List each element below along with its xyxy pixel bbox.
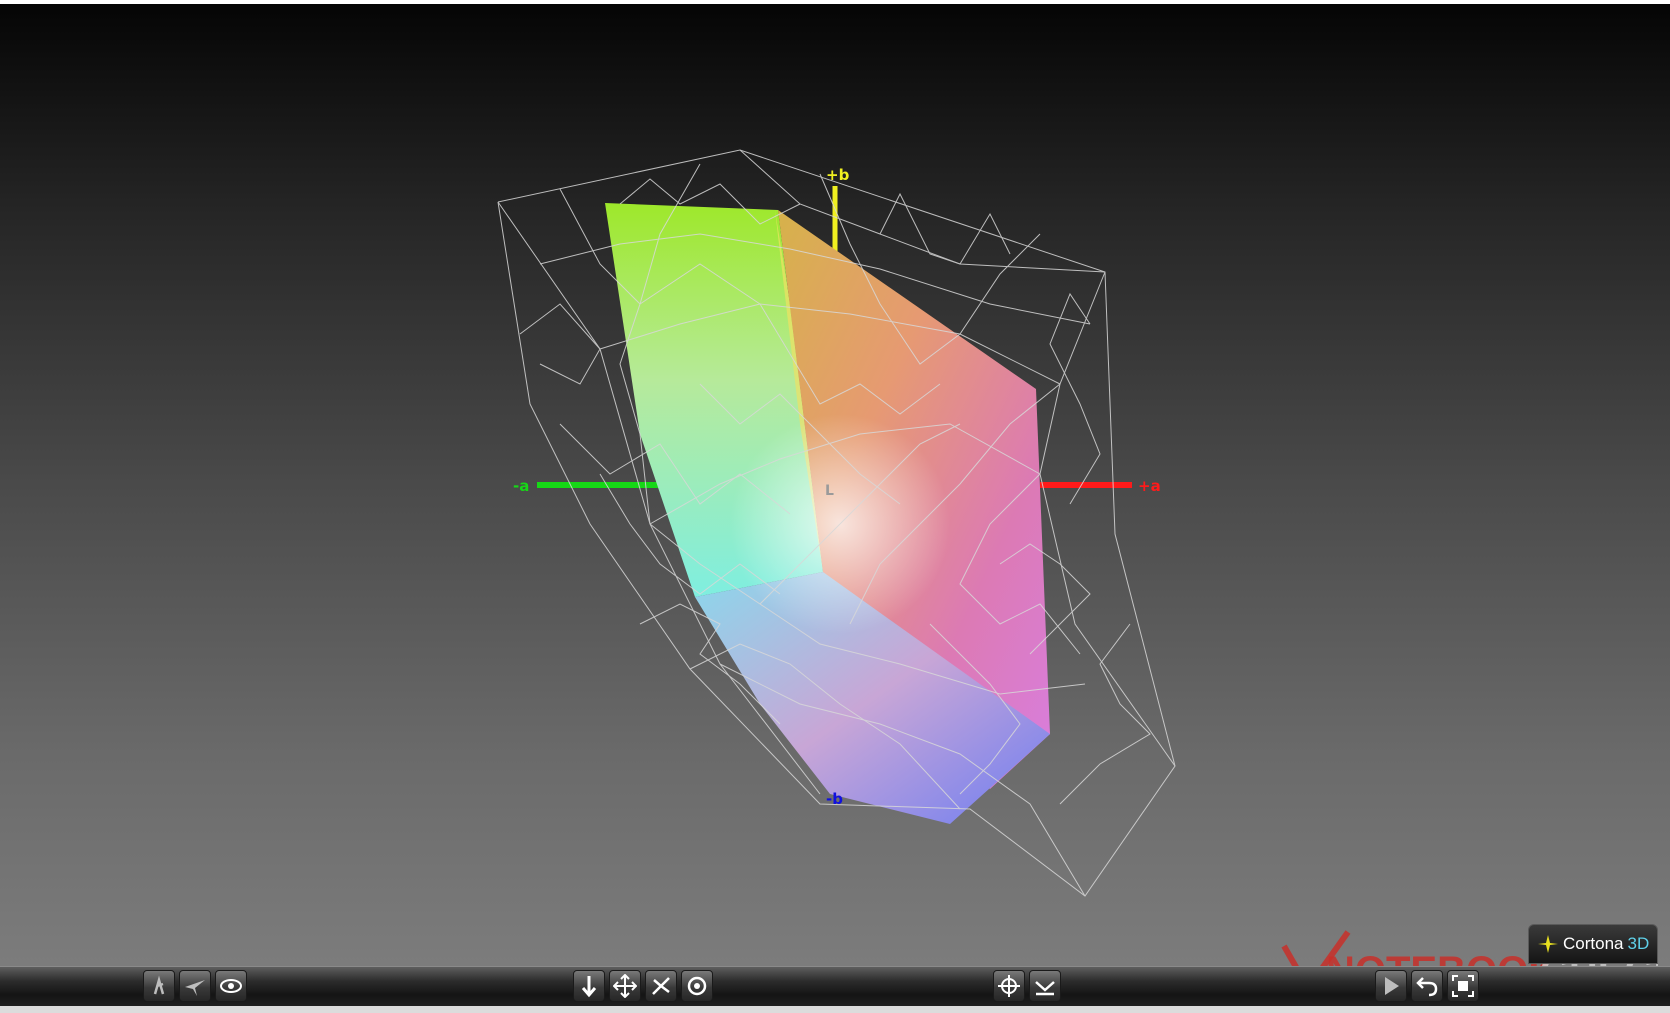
cortona-logo-icon xyxy=(1538,935,1558,953)
axis-minus-b-label: -b xyxy=(826,790,843,808)
3d-viewport[interactable]: +b -b +a -a L NOTEBOOK CHECK Cortona3D xyxy=(0,4,1670,966)
rotate-button[interactable] xyxy=(681,970,713,1002)
align-icon xyxy=(1035,981,1055,996)
window-bottom-strip xyxy=(0,1006,1670,1013)
walk-button[interactable] xyxy=(143,970,175,1002)
turn-icon xyxy=(652,977,670,995)
axis-minus-a-label: -a xyxy=(513,477,529,495)
navigation-toolbar xyxy=(0,966,1670,1007)
gamut-scene[interactable]: +b -b +a -a L xyxy=(0,4,1670,966)
axis-plus-b-label: +b xyxy=(826,166,850,184)
align-button[interactable] xyxy=(1029,970,1061,1002)
fly-icon xyxy=(185,980,205,996)
slide-button[interactable] xyxy=(573,970,605,1002)
study-button[interactable] xyxy=(215,970,247,1002)
move-vertical-icon xyxy=(581,976,597,998)
cortona3d-badge[interactable]: Cortona 3D xyxy=(1528,924,1658,964)
brand-name: Cortona xyxy=(1563,934,1624,953)
fit-button[interactable] xyxy=(1447,970,1479,1002)
play-button[interactable] xyxy=(1375,970,1407,1002)
fly-button[interactable] xyxy=(179,970,211,1002)
brand-suffix: 3D xyxy=(1627,934,1650,953)
fit-icon xyxy=(1452,975,1474,997)
walk-icon xyxy=(153,975,165,995)
goto-button[interactable] xyxy=(993,970,1025,1002)
pan-icon xyxy=(613,974,637,998)
gamut-solid xyxy=(605,203,1050,824)
restore-button[interactable] xyxy=(1411,970,1443,1002)
lightness-marker: L xyxy=(825,483,834,499)
rotate-icon xyxy=(687,976,707,996)
undo-icon xyxy=(1416,977,1438,997)
turn-button[interactable] xyxy=(645,970,677,1002)
pan-button[interactable] xyxy=(609,970,641,1002)
eye-icon xyxy=(220,979,242,993)
target-icon xyxy=(998,975,1020,997)
axis-plus-a-label: +a xyxy=(1138,477,1161,495)
play-icon xyxy=(1385,977,1399,995)
